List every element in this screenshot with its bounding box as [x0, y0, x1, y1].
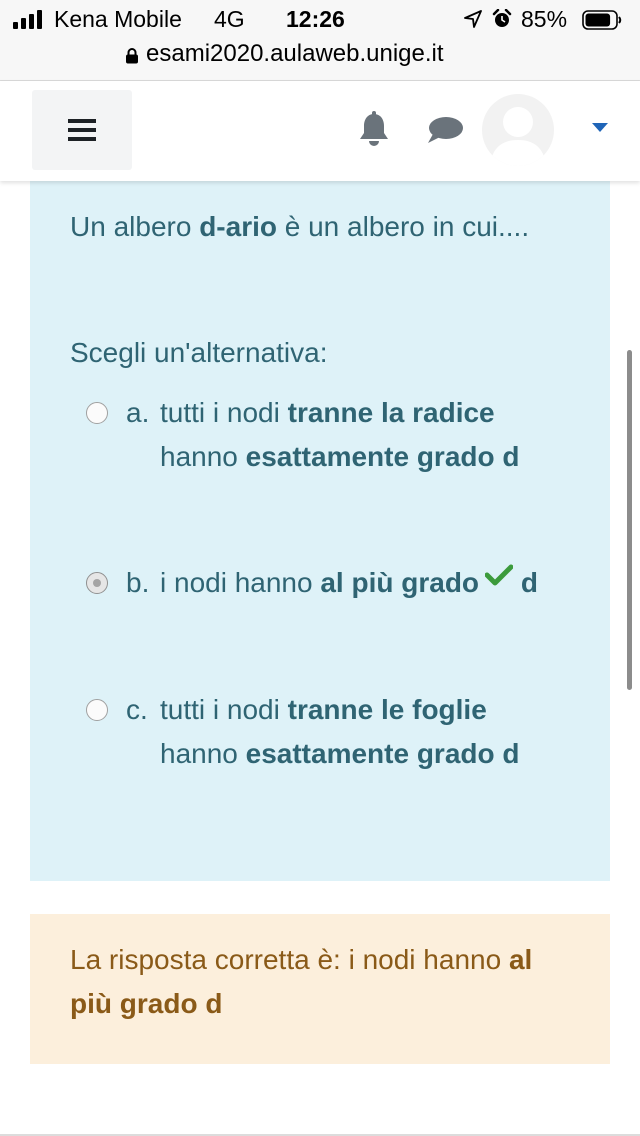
- caret-down-icon[interactable]: [592, 123, 608, 133]
- battery-percentage: 85%: [521, 6, 568, 32]
- network-type: 4G: [214, 6, 245, 32]
- page-scrollbar[interactable]: [627, 350, 632, 690]
- signal-icon: [13, 9, 42, 29]
- page-url[interactable]: esami2020.aulaweb.unige.it: [146, 40, 444, 68]
- answer-prompt: Scegli un'alternativa:: [70, 337, 328, 368]
- clock: 12:26: [286, 6, 345, 32]
- lock-icon: [126, 48, 138, 64]
- option-b-radio[interactable]: [86, 572, 108, 594]
- bell-icon[interactable]: [357, 111, 391, 147]
- option-letter: c.: [126, 694, 148, 725]
- option-c-text: tutti i nodi tranne le foglie hanno esat…: [160, 694, 520, 769]
- battery-icon: [582, 10, 622, 30]
- menu-button[interactable]: [32, 90, 132, 170]
- location-arrow-icon: [464, 10, 482, 28]
- hamburger-menu-icon: [68, 119, 96, 141]
- option-c-radio[interactable]: [86, 699, 108, 721]
- right-answer-feedback: La risposta corretta è: i nodi hanno al …: [30, 914, 610, 1064]
- user-avatar-icon: [490, 107, 546, 166]
- question-bold-term: d-ario: [199, 211, 277, 242]
- question-card: Un albero d-ario è un albero in cui.... …: [30, 181, 610, 881]
- option-a-text: tutti i nodi tranne la radice hanno esat…: [160, 397, 520, 472]
- top-navbar: [0, 81, 640, 181]
- user-avatar[interactable]: [482, 94, 554, 166]
- chat-bubble-icon[interactable]: [426, 115, 464, 145]
- option-letter: a.: [126, 397, 150, 428]
- right-answer-text: La risposta corretta è: i nodi hanno al …: [70, 944, 533, 1019]
- option-b-text: i nodi hanno al più grado d: [160, 561, 560, 605]
- option-letter: b.: [126, 567, 150, 598]
- browser-address-bar[interactable]: esami2020.aulaweb.unige.it: [0, 38, 640, 81]
- correct-checkmark-icon: [485, 564, 514, 586]
- alarm-clock-icon: [492, 9, 512, 27]
- carrier-name: Kena Mobile: [54, 6, 182, 32]
- option-a-radio[interactable]: [86, 402, 108, 424]
- question-text: Un albero d-ario è un albero in cui....: [70, 211, 530, 242]
